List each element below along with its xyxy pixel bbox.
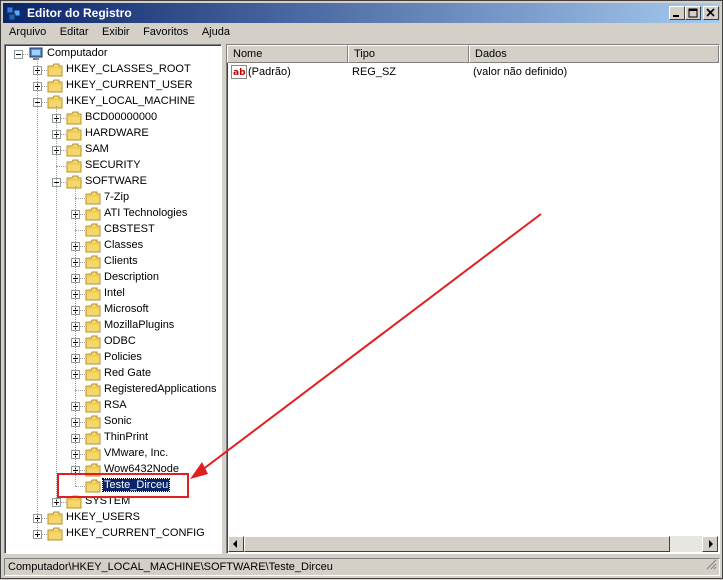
horizontal-scrollbar[interactable] xyxy=(228,536,718,552)
tree-item-label[interactable]: BCD00000000 xyxy=(84,111,158,123)
tree-item-label[interactable]: Clients xyxy=(103,255,139,267)
tree-item-label[interactable]: Intel xyxy=(103,287,126,299)
folder-icon xyxy=(85,367,101,381)
column-header-nome[interactable]: Nome xyxy=(227,45,348,63)
folder-icon xyxy=(66,111,82,125)
status-bar: Computador\HKEY_LOCAL_MACHINE\SOFTWARE\T… xyxy=(4,558,720,576)
folder-icon xyxy=(85,207,101,221)
folder-icon xyxy=(85,447,101,461)
tree-item-label[interactable]: HKEY_CURRENT_CONFIG xyxy=(65,527,206,539)
folder-icon xyxy=(47,511,63,525)
scroll-thumb[interactable] xyxy=(244,536,670,552)
tree-item-label[interactable]: ATI Technologies xyxy=(103,207,188,219)
tree-item-label[interactable]: HKEY_CLASSES_ROOT xyxy=(65,63,192,75)
menu-exibir[interactable]: Exibir xyxy=(98,24,134,40)
folder-icon xyxy=(85,287,101,301)
tree-item-label[interactable]: Red Gate xyxy=(103,367,152,379)
folder-icon xyxy=(85,239,101,253)
tree-item-label[interactable]: Sonic xyxy=(103,415,133,427)
tree-item-label[interactable]: HKEY_USERS xyxy=(65,511,141,523)
title-bar[interactable]: Editor do Registro xyxy=(3,3,720,23)
folder-icon xyxy=(85,431,101,445)
tree-item-label[interactable]: Description xyxy=(103,271,160,283)
computer-icon xyxy=(28,47,44,61)
menu-bar: Arquivo Editar Exibir Favoritos Ajuda xyxy=(3,24,720,42)
folder-icon xyxy=(85,223,101,237)
tree-item-label[interactable]: SECURITY xyxy=(84,159,142,171)
folder-icon xyxy=(47,527,63,541)
tree-item-label[interactable]: VMware, Inc. xyxy=(103,447,169,459)
value-type: REG_SZ xyxy=(352,66,397,78)
folder-icon xyxy=(66,143,82,157)
folder-icon xyxy=(66,127,82,141)
tree-item-label[interactable]: SOFTWARE xyxy=(84,175,148,187)
value-data: (valor não definido) xyxy=(473,66,568,78)
tree-item-label[interactable]: HARDWARE xyxy=(84,127,150,139)
tree-item-label[interactable]: SAM xyxy=(84,143,110,155)
folder-icon xyxy=(47,63,63,77)
minimize-button[interactable] xyxy=(669,6,685,20)
tree-item-label[interactable]: ThinPrint xyxy=(103,431,149,443)
svg-text:ab: ab xyxy=(233,68,246,78)
tree-connector xyxy=(75,198,85,199)
column-header-dados[interactable]: Dados xyxy=(469,45,719,63)
string-value-icon: ab xyxy=(231,64,247,83)
scroll-right-button[interactable] xyxy=(702,536,718,552)
folder-icon xyxy=(85,271,101,285)
folder-icon xyxy=(85,303,101,317)
tree-item-label[interactable]: Computador xyxy=(46,47,109,59)
regedit-app-icon xyxy=(6,5,22,21)
tree-connector xyxy=(75,390,85,391)
menu-arquivo[interactable]: Arquivo xyxy=(5,24,50,40)
folder-icon xyxy=(85,351,101,365)
folder-icon xyxy=(85,415,101,429)
folder-icon xyxy=(66,159,82,173)
window-title: Editor do Registro xyxy=(27,6,132,20)
tree-item-label[interactable]: Policies xyxy=(103,351,143,363)
scroll-left-button[interactable] xyxy=(228,536,244,552)
tree-item-label[interactable]: CBSTEST xyxy=(103,223,156,235)
column-header-tipo[interactable]: Tipo xyxy=(348,45,469,63)
list-item[interactable]: ab (Padrão) REG_SZ (valor não definido) xyxy=(227,64,719,80)
tree-item-label[interactable]: MozillaPlugins xyxy=(103,319,175,331)
tree-connector xyxy=(56,166,66,167)
folder-icon xyxy=(47,95,63,109)
folder-icon xyxy=(47,79,63,93)
tree-item-label[interactable]: Microsoft xyxy=(103,303,150,315)
tree-guide-line xyxy=(75,186,76,486)
value-name: (Padrão) xyxy=(248,66,291,78)
folder-icon xyxy=(85,383,101,397)
tree-item-label[interactable]: HKEY_CURRENT_USER xyxy=(65,79,194,91)
folder-icon xyxy=(85,255,101,269)
values-list[interactable]: Nome Tipo Dados ab (Padrão) REG_SZ (valo… xyxy=(226,44,720,554)
menu-editar[interactable]: Editar xyxy=(56,24,93,40)
folder-icon xyxy=(85,319,101,333)
tree-item-label[interactable]: 7-Zip xyxy=(103,191,130,203)
menu-favoritos[interactable]: Favoritos xyxy=(139,24,192,40)
tree-guide-line xyxy=(37,58,38,534)
close-button[interactable] xyxy=(703,6,719,20)
tree-item-label[interactable]: ODBC xyxy=(103,335,137,347)
list-header: Nome Tipo Dados xyxy=(227,45,719,63)
folder-icon xyxy=(85,191,101,205)
folder-icon xyxy=(66,175,82,189)
folder-icon xyxy=(85,335,101,349)
status-path: Computador\HKEY_LOCAL_MACHINE\SOFTWARE\T… xyxy=(8,561,333,573)
collapse-icon[interactable] xyxy=(14,50,23,59)
tree-item-label[interactable]: RSA xyxy=(103,399,128,411)
registry-editor-window: Editor do Registro Arquivo Editar Exibir… xyxy=(0,0,723,579)
tree-item-label[interactable]: Classes xyxy=(103,239,144,251)
tree-item-label[interactable]: RegisteredApplications xyxy=(103,383,218,395)
resize-grip-icon[interactable] xyxy=(705,558,717,573)
menu-ajuda[interactable]: Ajuda xyxy=(198,24,234,40)
tree-item-label[interactable]: HKEY_LOCAL_MACHINE xyxy=(65,95,196,107)
tree-connector xyxy=(75,230,85,231)
folder-icon xyxy=(85,399,101,413)
maximize-button[interactable] xyxy=(685,6,701,20)
annotation-highlight-box xyxy=(57,473,189,498)
tree-guide-line xyxy=(56,106,57,502)
